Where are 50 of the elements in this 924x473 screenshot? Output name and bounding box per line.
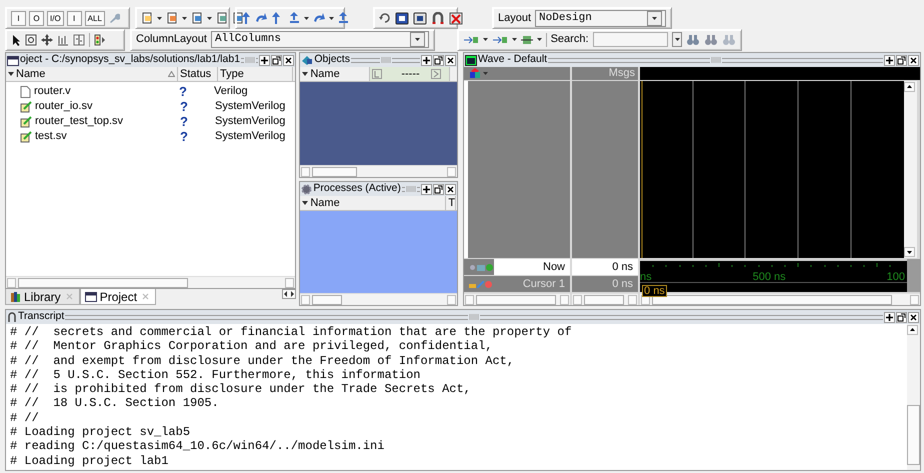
- file-type: Verilog: [214, 84, 248, 100]
- transcript-line: # // secrets and commercial or financial information that are the property of: [10, 325, 573, 340]
- filter-button[interactable]: I: [11, 10, 26, 26]
- transcript-line: # //: [10, 410, 40, 426]
- column-layout-dropdown[interactable]: AllColumns: [210, 31, 429, 48]
- now-value: 0 ns: [612, 261, 634, 273]
- pane-title: oject - C:/synopsys_sv_labs/solutions/lab1/lab1: [20, 53, 240, 68]
- column-header[interactable]: T: [448, 194, 456, 212]
- search-label: Search:: [550, 32, 589, 48]
- file-type: SystemVerilog: [215, 114, 286, 130]
- transcript-line: # Loading project lab1: [10, 454, 170, 468]
- timeline-label: ns: [640, 271, 652, 282]
- now-label: Now: [543, 261, 566, 273]
- column-header[interactable]: Type: [220, 66, 244, 82]
- transcript-line: # // Mentor Graphics Corporation and are privileged, confidential,: [10, 339, 494, 354]
- filter-button[interactable]: ALL: [84, 10, 105, 26]
- file-type: SystemVerilog: [215, 99, 286, 114]
- column-header[interactable]: Name: [16, 66, 46, 82]
- transcript-line: # // is prohibited from disclosure under the Trade Secrets Act,: [10, 382, 472, 396]
- filter-button[interactable]: O: [29, 10, 44, 26]
- file-name[interactable]: test.sv: [35, 128, 173, 145]
- transcript-line: # // and exempt from disclosure under the Freedom of Information Act,: [10, 354, 516, 368]
- column-header: Msgs: [608, 67, 636, 79]
- column-header[interactable]: Status: [180, 66, 212, 82]
- layout-dropdown[interactable]: NoDesign: [535, 10, 666, 26]
- file-name[interactable]: router_test_top.sv: [35, 113, 173, 130]
- transcript-line: # // 18 U.S.C. Section 1905.: [10, 396, 220, 411]
- cursor-time-label: 0 ns: [642, 285, 667, 297]
- transcript-line: # reading C:/questasim64_10.6c/win64/../modelsim.ini: [10, 439, 386, 454]
- timeline-label: 100: [886, 271, 905, 282]
- file-name[interactable]: router.v: [34, 83, 172, 100]
- cursor-value: 0 ns: [612, 278, 634, 290]
- panel-tab[interactable]: Project: [80, 289, 156, 305]
- column-header[interactable]: Name: [310, 66, 340, 82]
- file-type: SystemVerilog: [215, 129, 286, 144]
- filter-button[interactable]: I/O: [47, 10, 64, 26]
- column-header[interactable]: Name: [310, 194, 340, 212]
- file-name[interactable]: router_io.sv: [35, 98, 173, 115]
- layout-label: Layout: [498, 10, 532, 26]
- timeline-label: 500 ns: [752, 271, 786, 282]
- pane-title: Transcript: [18, 310, 64, 324]
- transcript-line: # // 5 U.S.C. Section 552. Furthermore, this information: [10, 368, 422, 382]
- pane-title: Wave - Default: [478, 53, 548, 68]
- pane-title: Objects: [314, 53, 350, 68]
- column-layout-label: ColumnLayout: [136, 32, 207, 48]
- pane-title: Processes (Active): [313, 182, 401, 196]
- panel-tab[interactable]: Library: [5, 289, 80, 305]
- transcript-line: # Loading project sv_lab5: [10, 425, 192, 440]
- cursor-label: Cursor 1: [522, 278, 566, 290]
- filter-button[interactable]: I: [66, 10, 82, 26]
